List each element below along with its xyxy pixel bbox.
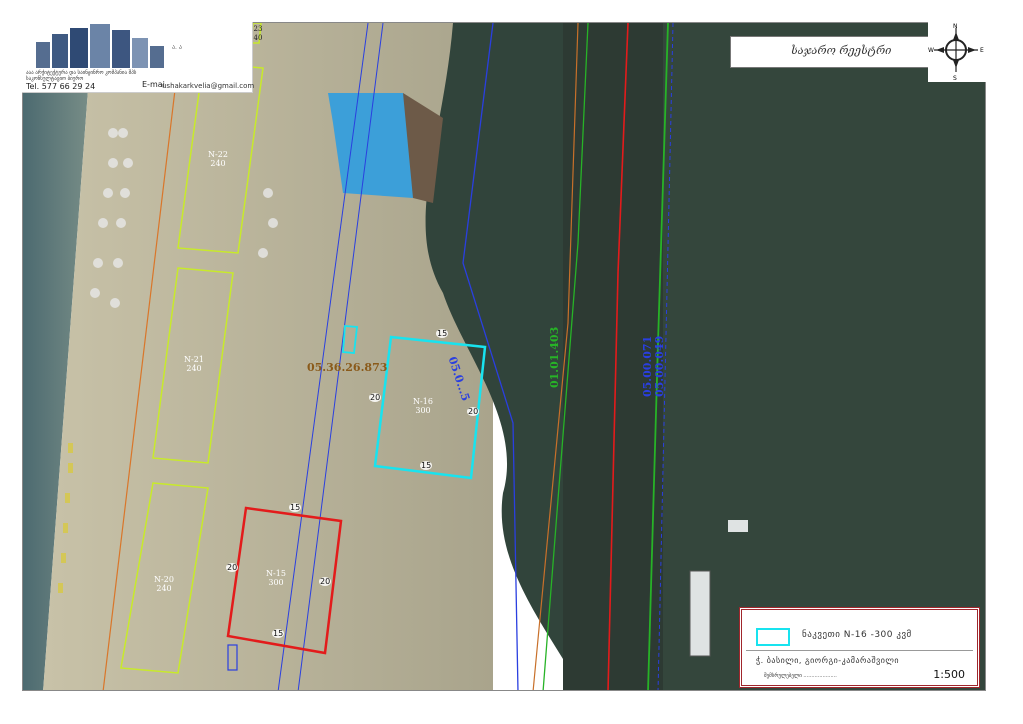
parcel-label-n23: 23 40	[253, 25, 263, 42]
dim-n15-right: 20	[319, 577, 332, 586]
legend-swatch-selected	[756, 628, 790, 646]
parcel-label-n15: N-15 300	[266, 569, 286, 587]
parcel-label-n16: N-16 300	[413, 397, 433, 415]
title-box: საჯარო რეესტრი	[730, 36, 942, 68]
legend-scale: 1:500	[933, 668, 965, 681]
dim-n15-top: 15	[289, 503, 302, 512]
compass-n: N	[953, 23, 958, 30]
email-address[interactable]: ushakarkvelia@gmail.com	[162, 82, 254, 90]
compass-rose-icon: N S E W	[928, 23, 984, 82]
cadastral-c4: 05.00.049	[653, 335, 666, 397]
dim-n15-bottom: 15	[272, 629, 285, 638]
company-logo-block: ა. ა ააა არქიტექტურა და საინჟინრო კომპან…	[22, 22, 254, 93]
title-signature: საჯარო რეესტრი	[791, 44, 892, 57]
legend-author: ჭ. ბასილი, გიორგი-კამარაშვილი	[756, 656, 899, 665]
forest-area	[663, 23, 985, 690]
compass-s: S	[953, 75, 957, 82]
logo-tag: ა. ა	[172, 44, 182, 51]
compass-w: W	[928, 47, 934, 54]
parcel-label-n21: N-21 240	[184, 355, 204, 373]
legend-divider	[746, 650, 973, 651]
dim-n16-right: 20	[467, 407, 480, 416]
compass: N S E W	[928, 22, 986, 82]
car	[728, 520, 748, 532]
parcel-label-n22: N-22 240	[208, 150, 228, 168]
dim-n16-bottom: 15	[420, 461, 433, 470]
aerial-map[interactable]: N-22 240 N-21 240 N-20 240 N-15 300 N-16 300 …	[22, 22, 986, 691]
cadastral-c2: 01.01.403	[548, 326, 561, 388]
legend-item-label: ნაკვეთი N-16 -300 კვმ	[802, 630, 912, 640]
dim-n16-top: 15	[436, 329, 449, 338]
compass-e: E	[980, 47, 984, 54]
phone-number: Tel. 577 66 29 24	[26, 82, 96, 91]
legend-signature-line: შემსრულებელი .....................	[764, 673, 837, 679]
dim-n15-left: 20	[226, 563, 239, 572]
dim-n16-left: 20	[369, 393, 382, 402]
legend-box: ნაკვეთი N-16 -300 კვმ ჭ. ბასილი, გიორგი-…	[739, 607, 980, 688]
bus	[689, 570, 711, 657]
parcel-label-n20: N-20 240	[154, 575, 174, 593]
cadastral-main: 05.36.26.873	[307, 361, 388, 374]
buildings-logo-icon	[36, 24, 164, 68]
